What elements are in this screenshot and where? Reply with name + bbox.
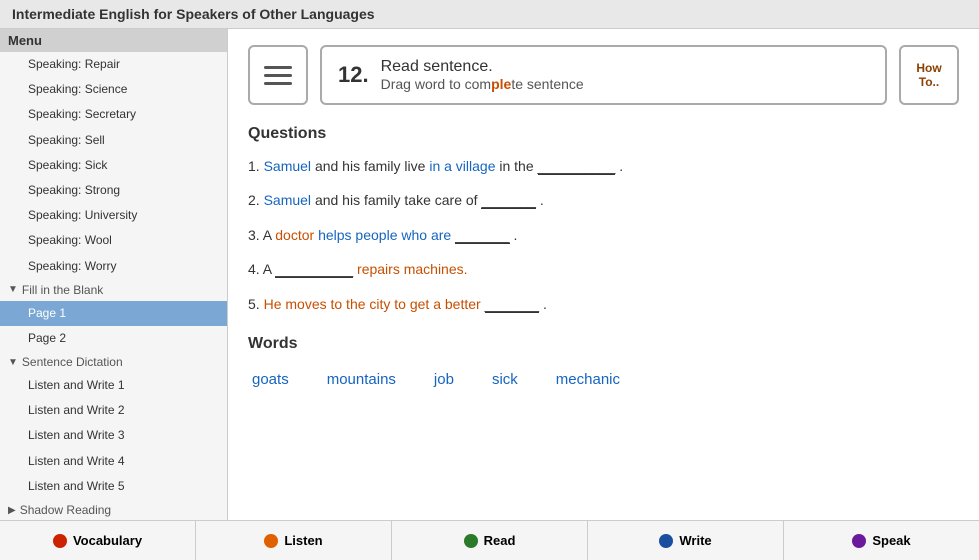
sidebar-header: Menu xyxy=(0,29,227,52)
listen-label: Listen xyxy=(284,533,322,548)
words-heading: Words xyxy=(248,335,959,353)
sidebar-section-fill-blank[interactable]: ▼ Fill in the Blank xyxy=(0,279,227,301)
instruction-content: Read sentence. Drag word to complete sen… xyxy=(381,58,584,92)
q5-blank[interactable]: _______ xyxy=(485,296,540,313)
instruction-number: 12. xyxy=(338,62,369,88)
write-dot xyxy=(659,534,673,548)
question-2: 2. Samuel and his family take care of __… xyxy=(248,189,959,211)
main-content: 12. Read sentence. Drag word to complete… xyxy=(228,29,979,520)
q1-in-village: in a village xyxy=(429,158,495,174)
speak-dot xyxy=(852,534,866,548)
q-num-2: 2. xyxy=(248,192,264,208)
sidebar-item-listen-write-5[interactable]: Listen and Write 5 xyxy=(0,474,227,499)
read-button[interactable]: Read xyxy=(392,521,588,560)
sidebar: Menu Speaking: Repair Speaking: Science … xyxy=(0,29,228,520)
word-mechanic[interactable]: mechanic xyxy=(552,369,624,390)
sidebar-section-label-2: Sentence Dictation xyxy=(22,355,123,369)
speak-label: Speak xyxy=(872,533,910,548)
q4-repairs: repairs machines. xyxy=(357,261,468,277)
q-num-5: 5. xyxy=(248,296,264,312)
vocab-label: Vocabulary xyxy=(73,533,142,548)
q2-blank[interactable]: _______ xyxy=(481,192,536,209)
sidebar-item-listen-write-3[interactable]: Listen and Write 3 xyxy=(0,423,227,448)
sidebar-item-listen-write-2[interactable]: Listen and Write 2 xyxy=(0,398,227,423)
q2-samuel: Samuel xyxy=(264,192,311,208)
vocab-dot xyxy=(53,534,67,548)
word-goats[interactable]: goats xyxy=(248,369,293,390)
speak-button[interactable]: Speak xyxy=(784,521,979,560)
q3-blank[interactable]: _______ xyxy=(455,227,510,244)
words-section: Words goats mountains job sick mechanic xyxy=(248,335,959,394)
questions-section: Questions 1. Samuel and his family live … xyxy=(248,125,959,315)
q1-blank[interactable]: __________ xyxy=(538,158,616,175)
howto-button[interactable]: HowTo.. xyxy=(899,45,959,105)
sidebar-item-speaking-wool[interactable]: Speaking: Wool xyxy=(0,228,227,253)
sidebar-item-speaking-secretary[interactable]: Speaking: Secretary xyxy=(0,102,227,127)
listen-button[interactable]: Listen xyxy=(196,521,392,560)
q4-blank[interactable]: __________ xyxy=(275,261,353,278)
bottom-bar: Vocabulary Listen Read Write Speak xyxy=(0,520,979,560)
q-num-1: 1. xyxy=(248,158,264,174)
sidebar-item-speaking-strong[interactable]: Speaking: Strong xyxy=(0,178,227,203)
question-3: 3. A doctor helps people who are _______… xyxy=(248,224,959,246)
sidebar-section-shadow-reading[interactable]: ▶ Shadow Reading xyxy=(0,499,227,520)
sidebar-item-speaking-sick[interactable]: Speaking: Sick xyxy=(0,153,227,178)
page-title: Intermediate English for Speakers of Oth… xyxy=(0,0,979,29)
write-button[interactable]: Write xyxy=(588,521,784,560)
q5-moves: He moves to the city to get a better xyxy=(264,296,485,312)
question-5: 5. He moves to the city to get a better … xyxy=(248,293,959,315)
q3-doctor: doctor xyxy=(275,227,314,243)
instruction-line2: Drag word to complete sentence xyxy=(381,76,584,92)
instruction-text-box: 12. Read sentence. Drag word to complete… xyxy=(320,45,887,105)
q-num-4: 4. xyxy=(248,261,263,277)
word-mountains[interactable]: mountains xyxy=(323,369,400,390)
expand-icon: ▼ xyxy=(8,284,18,295)
sidebar-item-page1[interactable]: Page 1 xyxy=(0,301,227,326)
word-job[interactable]: job xyxy=(430,369,458,390)
q3-helps: helps people who are xyxy=(318,227,455,243)
menu-button[interactable] xyxy=(248,45,308,105)
sidebar-section-label: Fill in the Blank xyxy=(22,283,103,297)
q1-samuel: Samuel xyxy=(264,158,311,174)
listen-dot xyxy=(264,534,278,548)
instruction-line1: Read sentence. xyxy=(381,58,584,76)
sidebar-item-speaking-sell[interactable]: Speaking: Sell xyxy=(0,128,227,153)
expand-icon-2: ▼ xyxy=(8,357,18,368)
word-sick[interactable]: sick xyxy=(488,369,522,390)
hamburger-icon xyxy=(264,66,292,85)
sidebar-section-sentence-dictation[interactable]: ▼ Sentence Dictation xyxy=(0,351,227,373)
q-num-3: 3. xyxy=(248,227,263,243)
sidebar-item-page2[interactable]: Page 2 xyxy=(0,326,227,351)
question-1: 1. Samuel and his family live in a villa… xyxy=(248,155,959,177)
sidebar-item-listen-write-1[interactable]: Listen and Write 1 xyxy=(0,373,227,398)
sidebar-item-speaking-repair[interactable]: Speaking: Repair xyxy=(0,52,227,77)
expand-icon-3: ▶ xyxy=(8,505,16,516)
instruction-bar: 12. Read sentence. Drag word to complete… xyxy=(248,45,959,105)
read-label: Read xyxy=(484,533,516,548)
sidebar-section-label-3: Shadow Reading xyxy=(20,503,111,517)
questions-heading: Questions xyxy=(248,125,959,143)
read-dot xyxy=(464,534,478,548)
sidebar-item-speaking-science[interactable]: Speaking: Science xyxy=(0,77,227,102)
sidebar-item-speaking-university[interactable]: Speaking: University xyxy=(0,203,227,228)
write-label: Write xyxy=(679,533,711,548)
words-list: goats mountains job sick mechanic xyxy=(248,365,959,394)
question-4: 4. A __________ repairs machines. xyxy=(248,258,959,280)
vocab-button[interactable]: Vocabulary xyxy=(0,521,196,560)
sidebar-item-speaking-worry[interactable]: Speaking: Worry xyxy=(0,254,227,279)
sidebar-item-listen-write-4[interactable]: Listen and Write 4 xyxy=(0,449,227,474)
highlight-text: ple xyxy=(491,76,511,92)
